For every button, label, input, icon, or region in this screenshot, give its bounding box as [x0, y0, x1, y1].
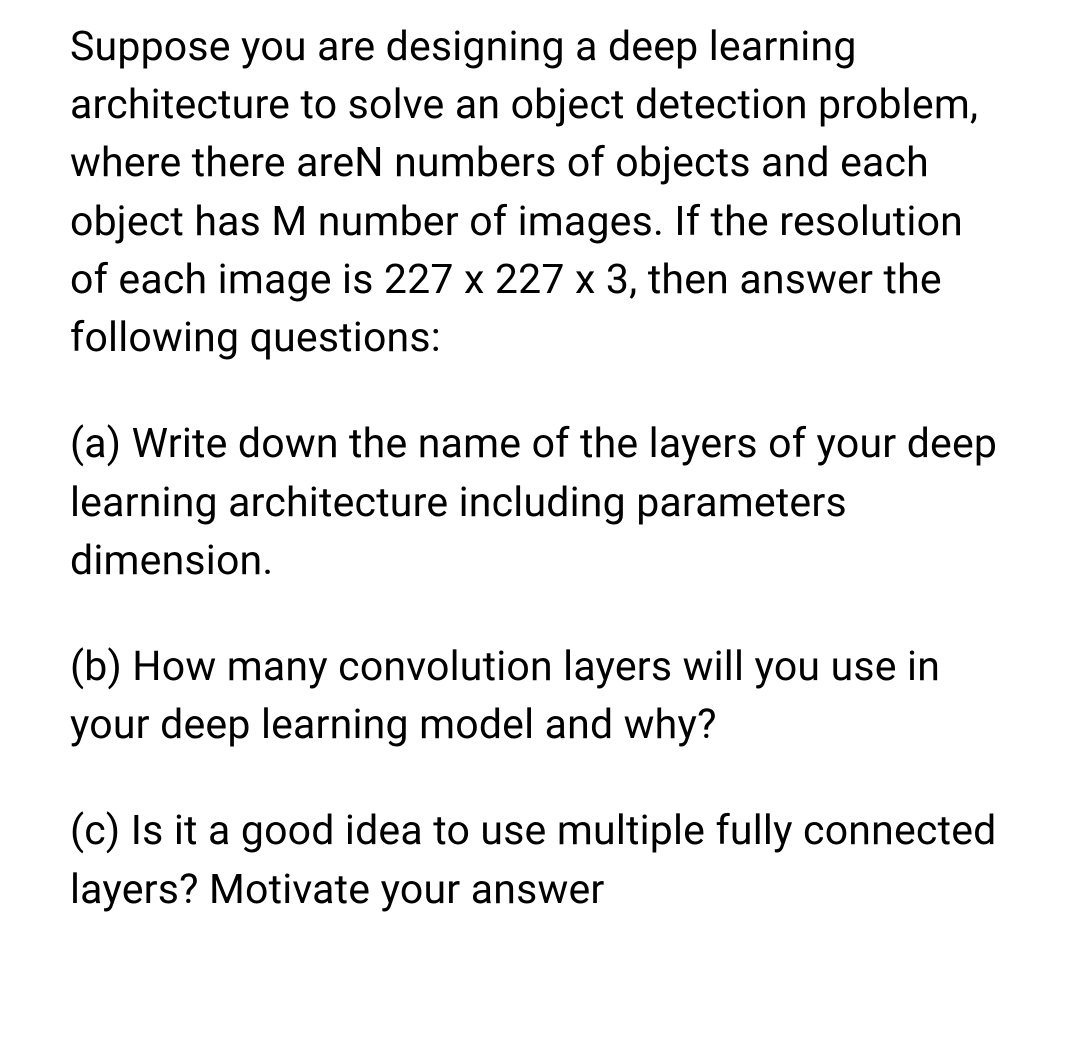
- question-container: Suppose you are designing a deep learnin…: [70, 18, 1010, 919]
- question-part-c: (c) Is it a good idea to use multiple fu…: [70, 802, 1010, 918]
- question-intro: Suppose you are designing a deep learnin…: [70, 18, 1010, 367]
- question-part-a: (a) Write down the name of the layers of…: [70, 415, 1010, 590]
- question-part-b: (b) How many convolution layers will you…: [70, 638, 1010, 754]
